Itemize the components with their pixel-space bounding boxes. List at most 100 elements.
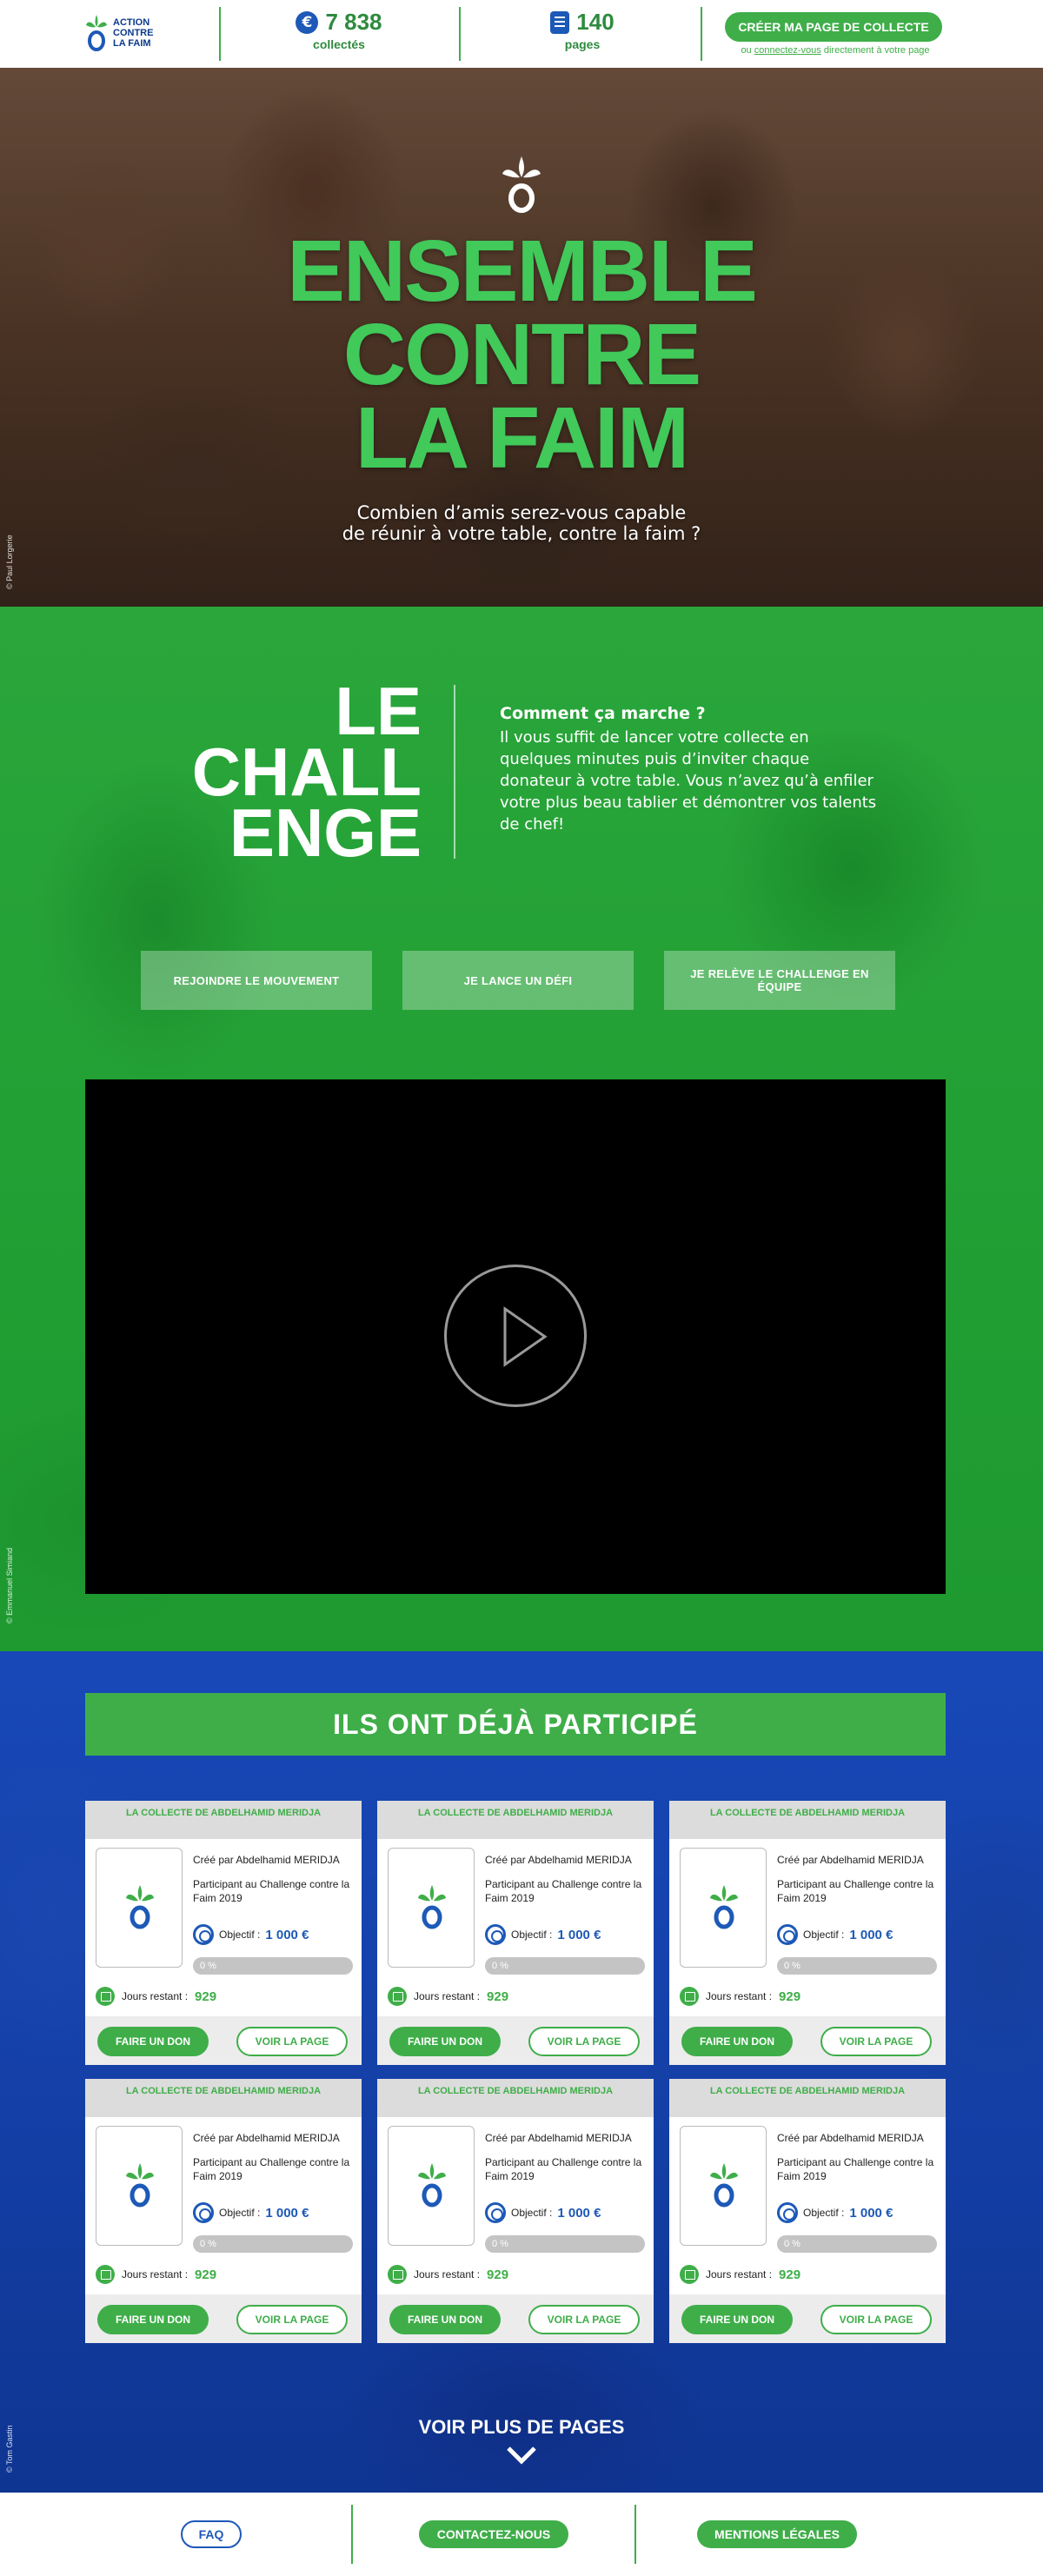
- donate-button[interactable]: FAIRE UN DON: [389, 2027, 501, 2056]
- card-thumbnail[interactable]: [388, 1848, 475, 1968]
- team-challenge-button[interactable]: JE RELÈVE LE CHALLENGE EN ÉQUIPE: [664, 951, 895, 1010]
- card-description: Participant au Challenge contre la Faim …: [193, 1878, 350, 1904]
- days-remaining: Jours restant : 929: [96, 1987, 216, 2006]
- objective-label: Objectif :: [219, 1929, 261, 1941]
- play-icon: [503, 1306, 548, 1367]
- login-hint-suffix: directement à votre page: [823, 45, 930, 56]
- objective-amount: 1 000 €: [265, 1927, 309, 1942]
- progress-bar: 0 %: [485, 2235, 645, 2253]
- how-title: Comment ça marche ?: [500, 704, 706, 723]
- card-thumbnail[interactable]: [388, 2126, 475, 2246]
- logo-icon: [418, 2163, 446, 2208]
- view-page-button[interactable]: VOIR LA PAGE: [528, 2305, 640, 2334]
- hero-title: ENSEMBLE CONTRE LA FAIM: [0, 228, 1043, 481]
- create-page-button[interactable]: CRÉER MA PAGE DE COLLECTE: [725, 12, 942, 42]
- card-thumbnail[interactable]: [96, 2126, 183, 2246]
- launch-challenge-button[interactable]: JE LANCE UN DÉFI: [402, 951, 634, 1010]
- calendar-icon: [388, 1987, 407, 2006]
- page-icon: [550, 10, 570, 34]
- hero-title-line: CONTRE: [342, 306, 701, 403]
- donate-button[interactable]: FAIRE UN DON: [389, 2305, 501, 2334]
- donate-button[interactable]: FAIRE UN DON: [681, 2305, 793, 2334]
- card-objective: Objectif : 1 000 €: [485, 2202, 601, 2223]
- fundraiser-card: LA COLLECTE DE ABDELHAMID MERIDJA Créé pa…: [669, 1801, 946, 2065]
- days-value: 929: [779, 1988, 801, 2004]
- card-description: Participant au Challenge contre la Faim …: [777, 1878, 934, 1904]
- fundraiser-card: LA COLLECTE DE ABDELHAMID MERIDJA Créé pa…: [85, 1801, 362, 2065]
- card-thumbnail[interactable]: [680, 1848, 767, 1968]
- logo[interactable]: ACTION CONTRE LA FAIM: [85, 9, 181, 57]
- how-it-works: Comment ça marche ? Il vous suffit de la…: [500, 704, 882, 835]
- view-page-button[interactable]: VOIR LA PAGE: [820, 2305, 932, 2334]
- donate-button[interactable]: FAIRE UN DON: [97, 2305, 209, 2334]
- logo-icon: [418, 1885, 446, 1929]
- hero-subtitle-line: Combien d’amis serez-vous capable: [356, 502, 687, 523]
- objective-amount: 1 000 €: [849, 2205, 894, 2221]
- participants-banner: ILS ONT DÉJÀ PARTICIPÉ: [85, 1693, 946, 1756]
- stat-collected: € 7 838 collectés: [261, 9, 417, 51]
- objective-label: Objectif :: [219, 2207, 261, 2219]
- progress-bar: 0 %: [777, 1957, 937, 1975]
- card-actions: FAIRE UN DON VOIR LA PAGE: [85, 2294, 362, 2343]
- header-divider: [701, 7, 702, 61]
- challenge-title-line: LE: [335, 673, 422, 749]
- challenge-title-line: CHALL: [191, 734, 422, 810]
- leaf-logo-icon: [502, 156, 541, 213]
- days-value: 929: [487, 1988, 509, 2004]
- stat-pages: 140 pages: [504, 9, 661, 51]
- faq-button[interactable]: FAQ: [181, 2520, 242, 2548]
- chevron-down-icon[interactable]: [506, 2446, 537, 2465]
- target-icon: [777, 2202, 798, 2223]
- card-objective: Objectif : 1 000 €: [777, 1924, 893, 1945]
- card-objective: Objectif : 1 000 €: [193, 1924, 309, 1945]
- progress-bar: 0 %: [193, 2235, 353, 2253]
- site-header: ACTION CONTRE LA FAIM € 7 838 collectés …: [0, 0, 1043, 68]
- challenge-divider: [454, 685, 455, 859]
- target-icon: [485, 2202, 506, 2223]
- calendar-icon: [96, 1987, 115, 2006]
- login-link[interactable]: connectez-vous: [754, 45, 821, 56]
- play-button[interactable]: [444, 1265, 587, 1407]
- donate-button[interactable]: FAIRE UN DON: [97, 2027, 209, 2056]
- card-thumbnail[interactable]: [680, 2126, 767, 2246]
- legal-notice-button[interactable]: MENTIONS LÉGALES: [697, 2520, 857, 2548]
- progress-label: 0 %: [784, 1961, 801, 1971]
- join-movement-button[interactable]: REJOINDRE LE MOUVEMENT: [141, 951, 372, 1010]
- card-thumbnail[interactable]: [96, 1848, 183, 1968]
- view-page-button[interactable]: VOIR LA PAGE: [236, 2027, 348, 2056]
- stat-label: collectés: [313, 37, 365, 51]
- objective-label: Objectif :: [803, 1929, 845, 1941]
- card-actions: FAIRE UN DON VOIR LA PAGE: [669, 2016, 946, 2065]
- days-remaining: Jours restant : 929: [388, 2265, 508, 2284]
- login-hint-prefix: ou: [741, 45, 752, 56]
- target-icon: [777, 1924, 798, 1945]
- card-title: LA COLLECTE DE ABDELHAMID MERIDJA: [85, 1801, 362, 1839]
- see-more-button[interactable]: VOIR PLUS DE PAGES: [0, 2416, 1043, 2439]
- objective-label: Objectif :: [511, 1929, 553, 1941]
- view-page-button[interactable]: VOIR LA PAGE: [528, 2027, 640, 2056]
- donate-button[interactable]: FAIRE UN DON: [681, 2027, 793, 2056]
- card-title: LA COLLECTE DE ABDELHAMID MERIDJA: [377, 2079, 654, 2117]
- logo-icon: [126, 2163, 154, 2208]
- fundraiser-card: LA COLLECTE DE ABDELHAMID MERIDJA Créé pa…: [377, 2079, 654, 2343]
- progress-label: 0 %: [784, 2239, 801, 2249]
- card-creator: Créé par Abdelhamid MERIDJA: [485, 2132, 632, 2144]
- hero-subtitle: Combien d’amis serez-vous capable de réu…: [0, 502, 1043, 544]
- video-player[interactable]: [85, 1079, 946, 1594]
- card-description: Participant au Challenge contre la Faim …: [485, 1878, 642, 1904]
- view-page-button[interactable]: VOIR LA PAGE: [236, 2305, 348, 2334]
- site-footer: FAQ CONTACTEZ-NOUS MENTIONS LÉGALES: [0, 2493, 1043, 2576]
- contact-button[interactable]: CONTACTEZ-NOUS: [419, 2520, 568, 2548]
- card-creator: Créé par Abdelhamid MERIDJA: [777, 1854, 924, 1866]
- card-objective: Objectif : 1 000 €: [485, 1924, 601, 1945]
- card-title: LA COLLECTE DE ABDELHAMID MERIDJA: [669, 1801, 946, 1839]
- view-page-button[interactable]: VOIR LA PAGE: [820, 2027, 932, 2056]
- days-remaining: Jours restant : 929: [96, 2265, 216, 2284]
- objective-amount: 1 000 €: [557, 1927, 601, 1942]
- card-description: Participant au Challenge contre la Faim …: [485, 2156, 642, 2182]
- days-label: Jours restant :: [414, 1990, 481, 2002]
- card-info: Créé par Abdelhamid MERIDJA Participant a…: [777, 1853, 939, 1905]
- calendar-icon: [388, 2265, 407, 2284]
- logo-icon: [86, 15, 107, 51]
- card-info: Créé par Abdelhamid MERIDJA Participant a…: [193, 1853, 355, 1905]
